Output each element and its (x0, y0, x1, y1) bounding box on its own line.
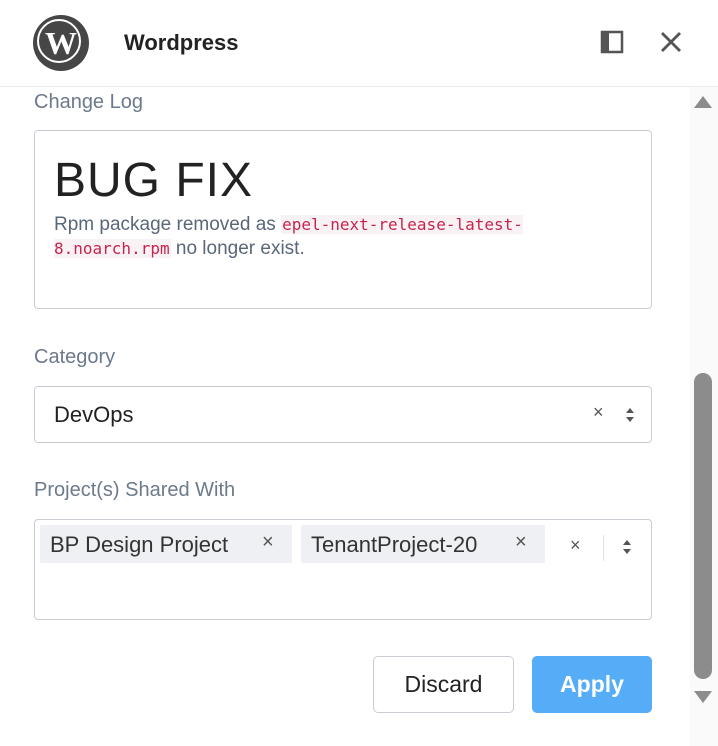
projects-clear-icon[interactable]: × (570, 535, 581, 556)
remove-tag-icon[interactable]: × (262, 531, 274, 554)
projects-multiselect[interactable]: BP Design Project × TenantProject-20 × × (34, 519, 652, 620)
changelog-text-before: Rpm package removed as (54, 214, 282, 235)
scrollbar-thumb[interactable] (694, 373, 712, 679)
changelog-box: BUG FIX Rpm package removed as epel-next… (34, 130, 652, 309)
logo-letter: W (45, 25, 77, 61)
discard-button[interactable]: Discard (373, 656, 514, 713)
dialog-body: Change Log BUG FIX Rpm package removed a… (0, 87, 690, 746)
changelog-text: Rpm package removed as epel-next-release… (54, 213, 614, 261)
changelog-label: Change Log (34, 91, 143, 113)
chevron-updown-icon[interactable] (624, 406, 636, 424)
scroll-up-icon[interactable] (693, 95, 713, 109)
changelog-heading: BUG FIX (54, 154, 254, 207)
project-tag: BP Design Project × (40, 525, 292, 563)
project-tag-label: BP Design Project (50, 532, 229, 557)
apply-button[interactable]: Apply (532, 656, 652, 713)
scroll-down-icon[interactable] (693, 690, 713, 704)
category-value: DevOps (54, 402, 134, 427)
projects-label: Project(s) Shared With (34, 479, 236, 501)
remove-tag-icon[interactable]: × (515, 531, 527, 554)
project-tag-label: TenantProject-20 (311, 532, 478, 557)
category-select[interactable]: DevOps × (34, 386, 652, 443)
close-icon[interactable] (658, 29, 684, 55)
chevron-updown-icon[interactable] (621, 538, 633, 556)
wordpress-logo-icon: W (33, 15, 89, 71)
category-clear-icon[interactable]: × (593, 402, 604, 423)
changelog-text-after: no longer exist. (170, 238, 305, 259)
divider (603, 535, 604, 561)
panel-icon[interactable] (599, 29, 625, 55)
project-tag: TenantProject-20 × (301, 525, 545, 563)
dialog-header: W Wordpress (0, 0, 718, 87)
dialog-title: Wordpress (124, 30, 239, 55)
category-label: Category (34, 346, 116, 368)
